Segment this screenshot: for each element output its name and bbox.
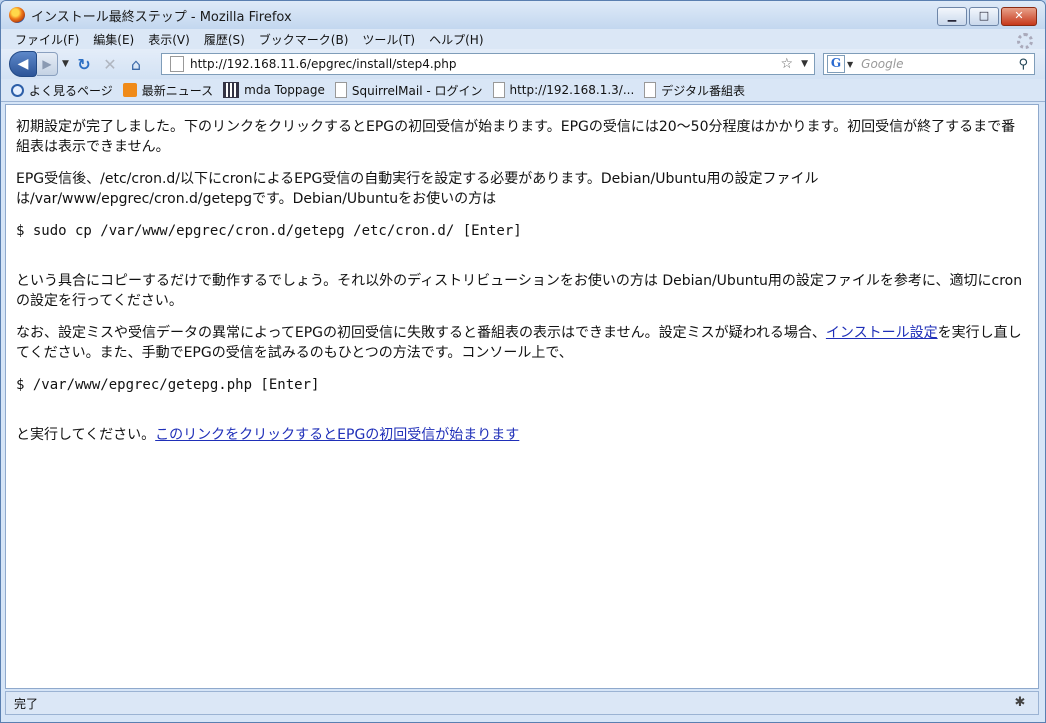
status-text: 完了: [14, 696, 39, 711]
engine-dropdown-icon[interactable]: ▼: [847, 60, 853, 69]
bookmark-squirrelmail[interactable]: SquirrelMail - ログイン: [334, 82, 483, 99]
star-icon[interactable]: ☆: [781, 56, 794, 72]
start-epg-link[interactable]: このリンクをクリックするとEPGの初回受信が始まります: [155, 427, 519, 443]
troubleshoot-paragraph: なお、設定ミスや受信データの異常によってEPGの初回受信に失敗すると番組表の表示…: [16, 323, 1028, 363]
reload-button[interactable]: ↻: [73, 53, 95, 75]
cron-paragraph: EPG受信後、/etc/cron.d/以下にcronによるEPG受信の自動実行を…: [16, 171, 819, 207]
bookmark-most-visited[interactable]: よく見るページ: [11, 82, 113, 99]
page-icon: [170, 56, 184, 72]
title-bar: インストール最終ステップ - Mozilla Firefox ▁ □ ✕: [1, 1, 1045, 29]
menu-tools[interactable]: ツール(T): [362, 31, 415, 48]
arrow-left-icon: ◀: [17, 56, 29, 72]
throbber-icon: [1017, 33, 1033, 49]
install-settings-link[interactable]: インストール設定: [826, 325, 938, 341]
stop-icon: ✕: [103, 54, 117, 74]
rss-icon: [122, 83, 137, 97]
other-distro-paragraph: という具合にコピーするだけで動作するでしょう。それ以外のディストリビューションを…: [16, 273, 1023, 309]
page-icon: [334, 82, 347, 98]
history-dropdown-icon[interactable]: ▼: [62, 59, 69, 69]
bookmark-digital-guide[interactable]: デジタル番組表: [644, 82, 745, 99]
copy-command: $ sudo cp /var/www/epgrec/cron.d/getepg …: [16, 223, 522, 239]
maximize-icon: □: [978, 9, 990, 22]
menu-bookmarks[interactable]: ブックマーク(B): [259, 31, 349, 48]
forward-button[interactable]: ▶: [37, 52, 58, 76]
run-text-pre: と実行してください。: [16, 427, 156, 443]
search-input[interactable]: Google: [861, 57, 1018, 71]
bookmark-label: SquirrelMail - ログイン: [351, 83, 483, 98]
bookmark-label: http://192.168.1.3/...: [509, 83, 635, 97]
menu-help[interactable]: ヘルプ(H): [429, 31, 483, 48]
bookmark-label: よく見るページ: [29, 83, 113, 98]
google-engine-icon[interactable]: G: [827, 55, 845, 73]
url-bar[interactable]: http://192.168.11.6/epgrec/install/step4…: [161, 53, 815, 75]
bookmark-label: デジタル番組表: [661, 83, 746, 98]
page-content: 初期設定が完了しました。下のリンクをクリックするとEPGの初回受信が始まります。…: [5, 104, 1039, 689]
menu-bar: ファイル(F) 編集(E) 表示(V) 履歴(S) ブックマーク(B) ツール(…: [1, 29, 1045, 49]
menu-edit[interactable]: 編集(E): [93, 31, 134, 48]
browser-window: インストール最終ステップ - Mozilla Firefox ▁ □ ✕ ファイ…: [0, 0, 1046, 723]
stop-button[interactable]: ✕: [99, 53, 121, 75]
home-button[interactable]: ⌂: [125, 53, 147, 75]
window-title: インストール最終ステップ - Mozilla Firefox: [31, 9, 292, 25]
menu-file[interactable]: ファイル(F): [15, 31, 79, 48]
bug-icon: ✱: [1014, 695, 1026, 710]
troubleshoot-text-pre: なお、設定ミスや受信データの異常によってEPGの初回受信に失敗すると番組表の表示…: [16, 325, 826, 341]
page-icon: [644, 82, 657, 98]
status-bar: 完了 ✱: [5, 691, 1039, 715]
minimize-button[interactable]: ▁: [937, 7, 967, 26]
url-dropdown-icon[interactable]: ▼: [801, 59, 808, 69]
menu-history[interactable]: 履歴(S): [204, 31, 245, 48]
firefox-logo-icon: [9, 7, 25, 23]
page-icon: [492, 82, 505, 98]
minimize-icon: ▁: [947, 9, 957, 22]
magnifier-icon: [11, 83, 24, 97]
search-bar[interactable]: G ▼ Google ⚲: [823, 53, 1035, 75]
bookmark-latest-news[interactable]: 最新ニュース: [122, 82, 214, 99]
back-button[interactable]: ◀: [9, 51, 37, 77]
mda-site-icon: [223, 82, 240, 98]
arrow-right-icon: ▶: [42, 57, 52, 71]
url-text[interactable]: http://192.168.11.6/epgrec/install/step4…: [190, 57, 781, 71]
bookmarks-toolbar: よく見るページ 最新ニュース mda Toppage SquirrelMail …: [1, 79, 1045, 102]
window-controls: ▁ □ ✕: [937, 7, 1037, 26]
bookmark-mda-toppage[interactable]: mda Toppage: [223, 82, 325, 98]
intro-paragraph: 初期設定が完了しました。下のリンクをクリックするとEPGの初回受信が始まります。…: [16, 119, 1016, 155]
magnifier-icon[interactable]: ⚲: [1018, 57, 1028, 72]
reload-icon: ↻: [77, 54, 91, 74]
close-button[interactable]: ✕: [1001, 7, 1037, 26]
bookmark-label: 最新ニュース: [141, 83, 214, 98]
navigation-toolbar: ◀ ▶ ▼ ↻ ✕ ⌂ http://192.168.11.6/epgrec/i…: [1, 49, 1045, 79]
maximize-button[interactable]: □: [969, 7, 999, 26]
getepg-command: $ /var/www/epgrec/getepg.php [Enter]: [16, 377, 320, 393]
bookmark-192-168-1-3[interactable]: http://192.168.1.3/...: [492, 82, 635, 98]
close-icon: ✕: [1014, 9, 1024, 22]
bookmark-label: mda Toppage: [244, 83, 325, 97]
run-paragraph: と実行してください。このリンクをクリックするとEPGの初回受信が始まります: [16, 425, 1028, 445]
home-icon: ⌂: [130, 54, 141, 74]
menu-view[interactable]: 表示(V): [148, 31, 190, 48]
